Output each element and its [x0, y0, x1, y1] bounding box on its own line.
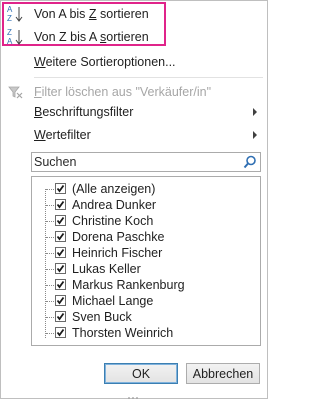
more-sort-options-item[interactable]: Weitere Sortieroptionen... — [1, 51, 265, 73]
item-label: (Alle anzeigen) — [72, 182, 156, 196]
checkmark-icon — [56, 232, 65, 241]
checkmark-icon — [56, 216, 65, 225]
svg-text:A: A — [7, 37, 13, 46]
clear-filter-icon — [7, 82, 25, 102]
sort-a-to-z-item[interactable]: A Z Von A bis Z sortieren — [1, 3, 265, 25]
checkmark-icon — [56, 248, 65, 257]
value-checkbox-list: (Alle anzeigen) Andrea Dunker Christine Ko… — [31, 176, 261, 346]
list-item[interactable]: (Alle anzeigen) — [46, 181, 256, 197]
checkmark-icon — [56, 200, 65, 209]
tree-branch-line — [46, 221, 54, 222]
item-checkbox[interactable] — [55, 263, 66, 274]
tree-branch-line — [46, 253, 54, 254]
tree-branch-line — [46, 205, 54, 206]
list-item[interactable]: Sven Buck — [46, 309, 256, 325]
more-sort-options-label: Weitere Sortieroptionen... — [34, 55, 176, 69]
tree-branch-line — [46, 317, 54, 318]
list-item[interactable]: Michael Lange — [46, 293, 256, 309]
tree-branch-line — [46, 269, 54, 270]
item-label: Sven Buck — [72, 310, 132, 324]
svg-text:Z: Z — [7, 14, 12, 23]
item-checkbox[interactable] — [55, 231, 66, 242]
cancel-button[interactable]: Abbrechen — [186, 363, 260, 384]
resize-grip-icon[interactable] — [127, 390, 139, 399]
sort-a-to-z-label: Von A bis Z sortieren — [34, 7, 149, 21]
item-label: Andrea Dunker — [72, 198, 157, 212]
clear-filter-label: Filter löschen aus "Verkäufer/in" — [34, 85, 212, 99]
tree-branch-line — [46, 237, 54, 238]
clear-filter-item[interactable]: Filter löschen aus "Verkäufer/in" — [1, 81, 265, 103]
svg-text:Z: Z — [7, 28, 12, 37]
item-label: Heinrich Fischer — [72, 246, 163, 260]
checkmark-icon — [56, 312, 65, 321]
label-filter-label: Beschriftungsfilter — [34, 105, 134, 119]
list-item[interactable]: Heinrich Fischer — [46, 245, 256, 261]
item-label: Dorena Paschke — [72, 230, 165, 244]
item-checkbox[interactable] — [55, 311, 66, 322]
list-item[interactable]: Andrea Dunker — [46, 197, 256, 213]
submenu-arrow-icon — [253, 108, 257, 116]
tree-branch-line — [46, 301, 54, 302]
search-icon[interactable] — [243, 155, 257, 169]
item-label: Michael Lange — [72, 294, 154, 308]
checkmark-icon — [56, 280, 65, 289]
value-filter-item[interactable]: Wertefilter — [1, 124, 265, 146]
checkmark-icon — [56, 184, 65, 193]
list-item[interactable]: Dorena Paschke — [46, 229, 256, 245]
label-filter-item[interactable]: Beschriftungsfilter — [1, 101, 265, 123]
search-input[interactable] — [34, 154, 234, 170]
item-label: Thorsten Weinrich — [72, 326, 174, 340]
autofilter-dropdown-panel: A Z Von A bis Z sortieren Z A Von Z bis … — [0, 0, 268, 399]
item-checkbox[interactable] — [55, 183, 66, 194]
checkmark-icon — [56, 264, 65, 273]
tree-branch-line — [46, 189, 54, 190]
item-label: Lukas Keller — [72, 262, 141, 276]
sort-descending-icon: Z A — [7, 27, 25, 47]
sort-z-to-a-label: Von Z bis A sortieren — [34, 30, 149, 44]
tree-branch-line — [46, 333, 54, 334]
ok-button[interactable]: OK — [104, 363, 178, 384]
sort-z-to-a-item[interactable]: Z A Von Z bis A sortieren — [1, 26, 265, 48]
list-item[interactable]: Thorsten Weinrich — [46, 325, 256, 341]
item-checkbox[interactable] — [55, 215, 66, 226]
item-checkbox[interactable] — [55, 247, 66, 258]
list-item[interactable]: Lukas Keller — [46, 261, 256, 277]
search-box — [31, 152, 261, 172]
item-checkbox[interactable] — [55, 327, 66, 338]
value-filter-label: Wertefilter — [34, 128, 91, 142]
checkmark-icon — [56, 296, 65, 305]
submenu-arrow-icon — [253, 131, 257, 139]
tree-branch-line — [46, 285, 54, 286]
checkmark-icon — [56, 328, 65, 337]
list-item[interactable]: Markus Rankenburg — [46, 277, 256, 293]
item-checkbox[interactable] — [55, 295, 66, 306]
menu-separator — [34, 77, 263, 78]
item-label: Christine Koch — [72, 214, 154, 228]
item-checkbox[interactable] — [55, 279, 66, 290]
sort-ascending-icon: A Z — [7, 4, 25, 24]
list-item[interactable]: Christine Koch — [46, 213, 256, 229]
item-checkbox[interactable] — [55, 199, 66, 210]
svg-text:A: A — [7, 5, 13, 14]
item-label: Markus Rankenburg — [72, 278, 185, 292]
